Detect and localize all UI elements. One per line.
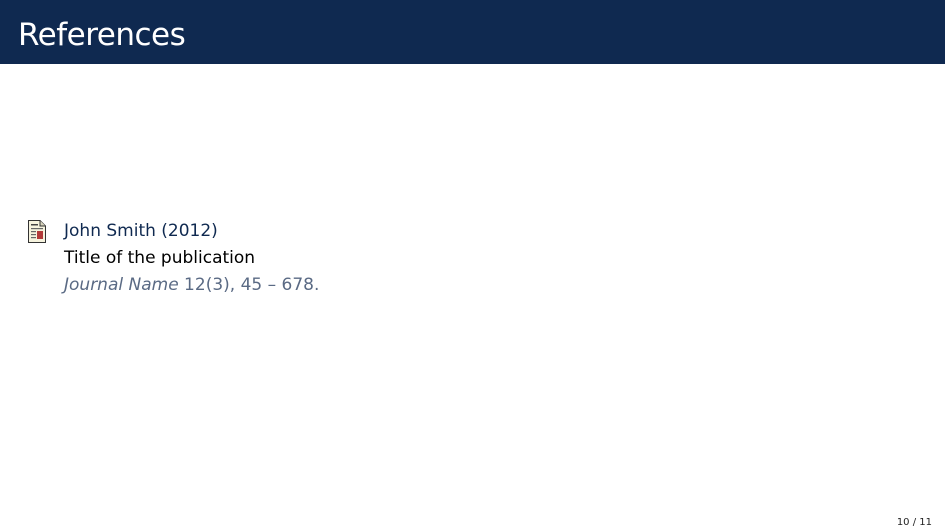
article-icon [28, 220, 46, 243]
page-number: 10 / 11 [896, 517, 932, 528]
reference-journal-line: Journal Name 12(3), 45 – 678. [64, 272, 319, 299]
reference-title: Title of the publication [64, 248, 256, 268]
page-title: References [18, 17, 186, 53]
reference-journal-name: Journal Name [64, 275, 179, 295]
frame-title-bar: References [0, 0, 945, 64]
reference-details: 12(3), 45 – 678. [178, 275, 320, 295]
reference-author-year: John Smith (2012) [64, 221, 218, 241]
bibliography-text: John Smith (2012) Title of the publicati… [64, 218, 319, 299]
bibliography-entry: John Smith (2012) Title of the publicati… [27, 218, 727, 303]
